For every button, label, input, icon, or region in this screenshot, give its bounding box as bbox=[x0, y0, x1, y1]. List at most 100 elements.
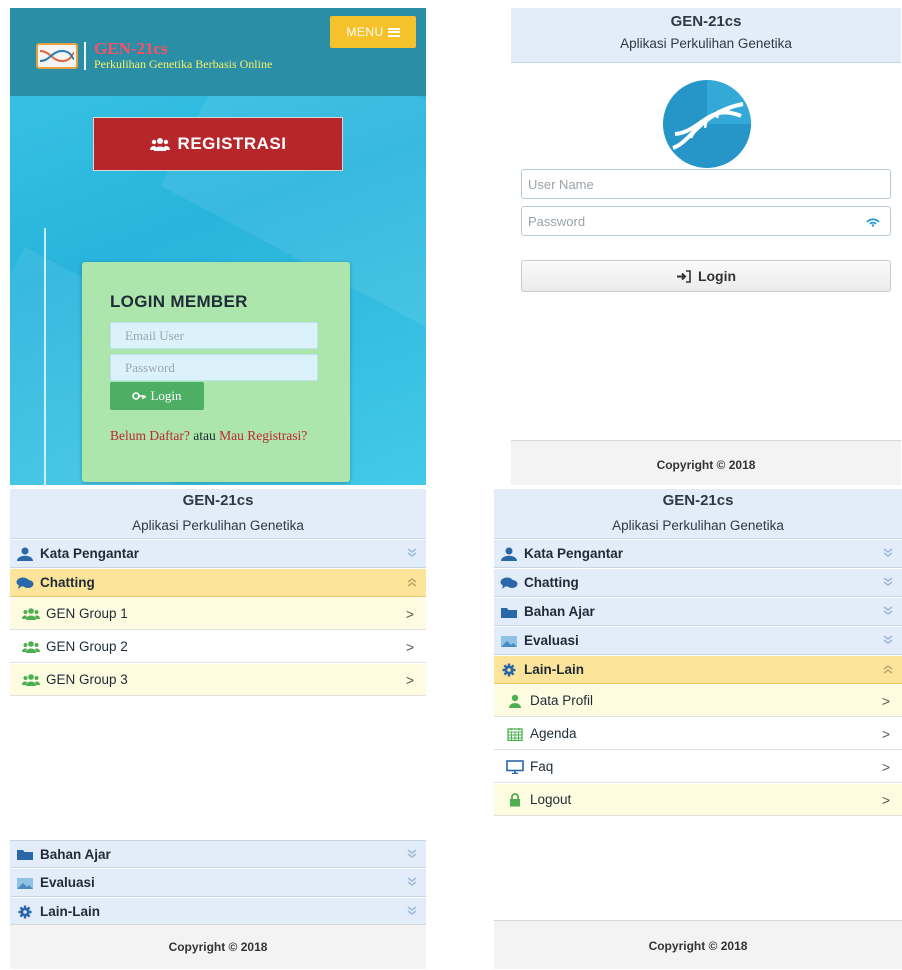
chat-group-item[interactable]: GEN Group 3 > bbox=[10, 664, 426, 696]
sign-in-icon bbox=[676, 269, 691, 283]
image-icon bbox=[16, 876, 34, 890]
menu-item-label: Data Profil bbox=[530, 693, 594, 708]
chat-group-label: GEN Group 2 bbox=[46, 639, 128, 654]
show-password-icon[interactable] bbox=[866, 217, 880, 227]
menu-item-faq[interactable]: Faq > bbox=[494, 751, 902, 783]
menu-button[interactable]: MENU bbox=[330, 16, 416, 48]
brand-title: GEN-21cs bbox=[94, 39, 168, 58]
calendar-icon bbox=[506, 727, 524, 741]
image-icon bbox=[500, 634, 518, 648]
section-bahan-ajar[interactable]: Bahan Ajar bbox=[10, 840, 426, 868]
chevron-down-icon bbox=[407, 906, 417, 915]
section-lain-lain[interactable]: Lain-Lain bbox=[494, 656, 902, 684]
app-title: GEN-21cs bbox=[662, 492, 734, 509]
chevron-down-icon bbox=[883, 548, 893, 557]
footer: Copyright © 2018 bbox=[511, 440, 901, 485]
section-label: Kata Pengantar bbox=[524, 546, 624, 561]
login-member-card: LOGIN MEMBER Email User Password Login B… bbox=[82, 262, 350, 482]
chevron-right-icon: > bbox=[881, 693, 890, 709]
app-header: GEN-21cs Aplikasi Perkulihan Genetika bbox=[10, 489, 426, 539]
top-bar: MENU GEN-21cs Perkulihan Genetika Berbas… bbox=[10, 8, 426, 96]
users-icon bbox=[149, 138, 170, 151]
menu-label: MENU bbox=[346, 25, 384, 39]
register-button[interactable]: REGISTRASI bbox=[93, 117, 343, 171]
login-button[interactable]: Login bbox=[521, 260, 891, 292]
gear-icon bbox=[500, 663, 518, 677]
chevron-right-icon: > bbox=[405, 672, 414, 688]
footer: Copyright © 2018 bbox=[494, 920, 902, 969]
password-input[interactable]: Password bbox=[521, 206, 891, 236]
folder-icon bbox=[500, 605, 518, 619]
dna-logo-icon bbox=[661, 78, 753, 170]
comments-icon bbox=[500, 576, 518, 590]
menu-item-label: Agenda bbox=[530, 726, 577, 741]
section-chatting[interactable]: Chatting bbox=[494, 569, 902, 597]
divider-line bbox=[44, 228, 46, 485]
login-screen: GEN-21cs Aplikasi Perkulihan Genetika Us… bbox=[511, 8, 901, 485]
brand: GEN-21cs Perkulihan Genetika Berbasis On… bbox=[94, 40, 272, 71]
mau-registrasi-link[interactable]: Mau Registrasi? bbox=[219, 428, 307, 443]
menu-item-logout[interactable]: Logout > bbox=[494, 784, 902, 816]
app-subtitle: Aplikasi Perkulihan Genetika bbox=[132, 518, 304, 533]
chevron-right-icon: > bbox=[881, 759, 890, 775]
username-input[interactable]: User Name bbox=[521, 169, 891, 199]
chevron-down-icon bbox=[883, 606, 893, 615]
section-label: Chatting bbox=[40, 575, 95, 590]
password-input[interactable]: Password bbox=[110, 354, 318, 381]
section-chatting[interactable]: Chatting bbox=[10, 569, 426, 597]
user-icon bbox=[506, 694, 524, 708]
key-icon bbox=[132, 392, 147, 400]
user-icon bbox=[500, 547, 518, 561]
login-label: Login bbox=[150, 388, 182, 403]
chat-group-item[interactable]: GEN Group 1 > bbox=[10, 598, 426, 630]
section-label: Bahan Ajar bbox=[40, 846, 111, 862]
menu-item-agenda[interactable]: Agenda > bbox=[494, 718, 902, 750]
chat-group-label: GEN Group 1 bbox=[46, 606, 128, 621]
menu-item-label: Logout bbox=[530, 792, 572, 807]
lain-lain-screen: GEN-21cs Aplikasi Perkulihan Genetika Ka… bbox=[494, 489, 902, 969]
email-input[interactable]: Email User bbox=[110, 322, 318, 349]
section-bahan-ajar[interactable]: Bahan Ajar bbox=[494, 598, 902, 626]
chevron-up-icon bbox=[407, 578, 417, 587]
chat-group-item[interactable]: GEN Group 2 > bbox=[10, 631, 426, 663]
users-icon bbox=[22, 640, 40, 654]
chat-group-label: GEN Group 3 bbox=[46, 672, 128, 687]
section-label: Lain-Lain bbox=[40, 904, 100, 919]
section-label: Evaluasi bbox=[524, 633, 579, 648]
users-icon bbox=[22, 607, 40, 621]
app-header: GEN-21cs Aplikasi Perkulihan Genetika bbox=[511, 8, 901, 63]
section-label: Bahan Ajar bbox=[524, 604, 595, 619]
login-button[interactable]: Login bbox=[110, 382, 204, 410]
chevron-right-icon: > bbox=[881, 792, 890, 808]
user-icon bbox=[16, 547, 34, 561]
users-icon bbox=[22, 673, 40, 687]
brand-subtitle: Perkulihan Genetika Berbasis Online bbox=[94, 57, 273, 71]
folder-icon bbox=[16, 847, 34, 861]
app-subtitle: Aplikasi Perkulihan Genetika bbox=[612, 518, 784, 533]
section-kata-pengantar[interactable]: Kata Pengantar bbox=[10, 540, 426, 568]
section-label: Lain-Lain bbox=[524, 662, 584, 677]
menu-item-data-profil[interactable]: Data Profil > bbox=[494, 685, 902, 717]
lock-icon bbox=[506, 792, 524, 807]
comments-icon bbox=[16, 576, 34, 590]
register-label: REGISTRASI bbox=[177, 134, 287, 153]
section-label: Chatting bbox=[524, 575, 579, 590]
landing-screen: MENU GEN-21cs Perkulihan Genetika Berbas… bbox=[10, 8, 426, 485]
footer: Copyright © 2018 bbox=[10, 924, 426, 969]
section-evaluasi[interactable]: Evaluasi bbox=[10, 869, 426, 897]
chevron-right-icon: > bbox=[405, 639, 414, 655]
chevron-down-icon bbox=[883, 577, 893, 586]
app-title: GEN-21cs bbox=[182, 492, 254, 509]
hamburger-icon bbox=[387, 27, 400, 37]
gear-icon bbox=[16, 905, 34, 919]
section-kata-pengantar[interactable]: Kata Pengantar bbox=[494, 540, 902, 568]
belum-daftar-link[interactable]: Belum Daftar? bbox=[110, 428, 190, 443]
register-prompt: Belum Daftar? atau Mau Registrasi? bbox=[110, 428, 330, 443]
app-subtitle: Aplikasi Perkulihan Genetika bbox=[620, 36, 792, 51]
login-label: Login bbox=[697, 268, 737, 284]
section-lain-lain[interactable]: Lain-Lain bbox=[10, 898, 426, 926]
section-evaluasi[interactable]: Evaluasi bbox=[494, 627, 902, 655]
app-title: GEN-21cs bbox=[670, 13, 742, 30]
desktop-icon bbox=[506, 759, 524, 774]
chevron-down-icon bbox=[407, 548, 417, 557]
